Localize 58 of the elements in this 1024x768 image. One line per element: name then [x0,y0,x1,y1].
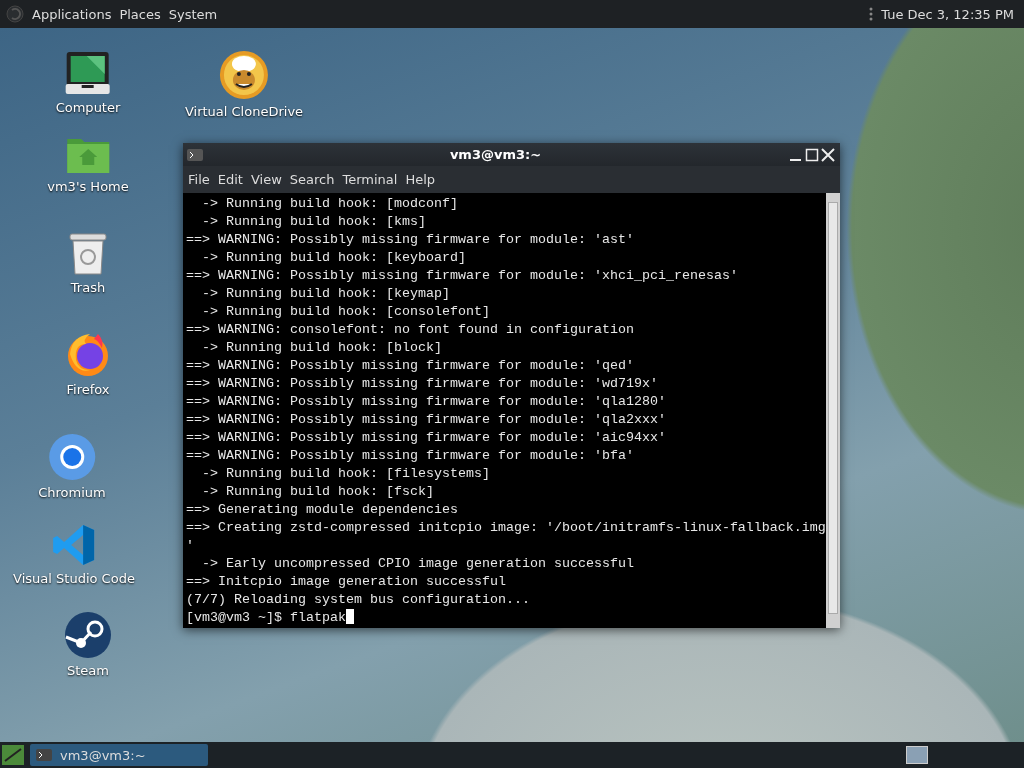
panel-menu[interactable]: System [168,6,218,22]
taskbar-button[interactable]: vm3@vm3:~ [30,744,208,766]
menu-item[interactable]: Search [287,172,337,187]
desktop-icon-label[interactable]: vm3's Home [47,179,129,194]
steam-logo-icon [64,611,112,659]
clock[interactable]: Tue Dec 3, 12:35 PM [881,6,1018,22]
terminal-line: -> Running build hook: [filesystems] [201,465,491,483]
terminal-line: ==> WARNING: Possibly missing firmware for module: 'aic94xx' [186,429,667,447]
terminal-line: ==> WARNING: Possibly missing firmware for module: 'xhci_pci_renesas' [186,267,739,285]
terminal-line: -> Early uncompressed CPIO image generation successful [201,555,635,573]
desktop-icon-label[interactable]: Firefox [66,382,110,397]
close-button[interactable] [820,146,836,163]
terminal-icon [36,749,52,761]
desktop-icon-label[interactable]: Computer [55,100,121,115]
terminal-line: ==> Initcpio image generation successful [186,573,507,591]
terminal-icon [187,148,203,161]
trash-icon [66,232,110,276]
menu-item[interactable]: Edit [215,172,245,187]
terminal-line: -> Running build hook: [keymap] [201,285,451,303]
terminal-line: ' [186,537,195,555]
menu-item[interactable]: View [248,172,284,187]
terminal-line: ==> WARNING: Possibly missing firmware for module: 'qla1280' [186,393,667,411]
terminal-line: -> Running build hook: [modconf] [201,195,459,213]
text-cursor [345,609,354,624]
scrollbar-thumb[interactable] [828,202,838,614]
desktop-icon-label[interactable]: Trash [70,280,106,295]
terminal-line: ==> WARNING: Possibly missing firmware for module: 'qla2xxx' [186,411,667,429]
panel-menu[interactable]: Places [119,6,161,22]
terminal-line: -> Running build hook: [fsck] [201,483,435,501]
code-editor-icon [52,523,96,567]
menu-item[interactable]: File [186,172,212,187]
globe-icon [48,433,96,481]
terminal-line: (7/7) Reloading system bus configuration... [186,591,531,609]
window-title: vm3@vm3:~ [448,147,543,162]
terminal-line: ==> WARNING: Possibly missing firmware for module: 'wd719x' [186,375,659,393]
logo-icon[interactable] [6,5,24,23]
desktop-icon-label[interactable]: Chromium [38,485,106,500]
menu-item[interactable]: Terminal [340,172,400,187]
grip-icon [869,6,874,22]
workspace-switcher[interactable] [906,746,928,764]
terminal-line: ==> WARNING: Possibly missing firmware for module: 'ast' [186,231,635,249]
terminal-line: ==> WARNING: Possibly missing firmware for module: 'qed' [186,357,635,375]
terminal-line: -> Running build hook: [keyboard] [201,249,467,267]
terminal-line: -> Running build hook: [consolefont] [201,303,491,321]
terminal-line: -> Running build hook: [kms] [201,213,427,231]
menu-item[interactable]: Help [403,172,438,187]
show-desktop-icon[interactable] [2,745,24,765]
desktop-icon-label[interactable]: Virtual CloneDrive [184,104,304,119]
monitor-icon [65,50,111,96]
terminal-line: -> Running build hook: [block] [201,339,443,357]
terminal-line: ==> WARNING: Possibly missing firmware for module: 'bfa' [186,447,635,465]
panel-menu[interactable]: Applications [32,6,112,22]
terminal-prompt[interactable]: [vm3@vm3 ~]$ flatpak [186,610,346,625]
terminal-line: ==> Generating module dependencies [186,501,459,519]
terminal-line: ==> WARNING: consolefont: no font found in configuration [186,321,635,339]
scrollbar[interactable] [826,193,840,628]
maximize-button[interactable] [804,146,820,163]
terminal-line: ==> Creating zstd-compressed initcpio image: '/boot/initramfs-linux-fallback.img [186,519,826,537]
